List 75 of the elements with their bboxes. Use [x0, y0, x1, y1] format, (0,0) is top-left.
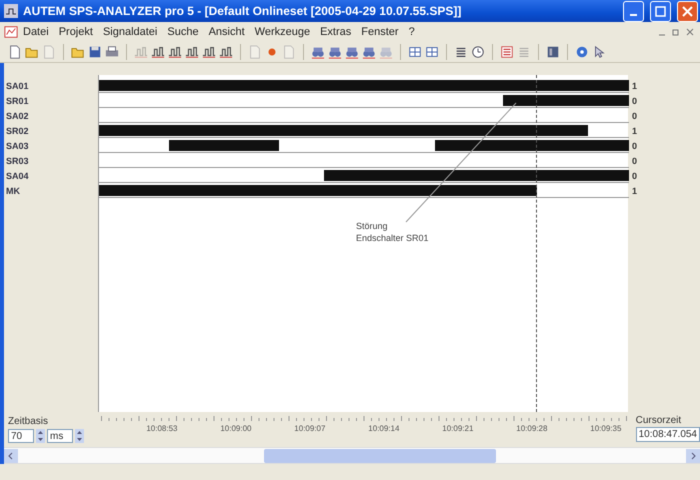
signal-name: SA02 — [5, 110, 30, 122]
menu-item[interactable]: Ansicht — [204, 26, 250, 38]
binoculars-icon[interactable] — [311, 45, 325, 59]
scrollbar[interactable] — [4, 447, 700, 464]
signal-value: 0 — [632, 154, 638, 168]
restore-icon[interactable] — [672, 28, 680, 36]
menu-item[interactable]: Fenster — [356, 26, 404, 38]
unit-field[interactable]: ms — [47, 429, 73, 443]
time-label: 10:09:35 — [590, 424, 622, 433]
cursor-line[interactable] — [536, 75, 537, 412]
waveform-icon[interactable] — [202, 45, 216, 59]
signal-value: 0 — [632, 94, 638, 108]
clock-icon[interactable] — [471, 45, 485, 59]
signal-name: SR02 — [5, 124, 30, 138]
annotation-text: Störung Endschalter SR01 — [356, 220, 429, 244]
signal-value: 0 — [632, 140, 638, 152]
menu-item[interactable]: ? — [404, 26, 420, 38]
close-button[interactable] — [677, 0, 698, 22]
maximize-icon — [655, 6, 666, 16]
document-icon[interactable] — [4, 25, 18, 39]
time-label: 10:08:53 — [146, 424, 178, 433]
scroll-thumb[interactable] — [264, 448, 496, 462]
binoculars-icon[interactable] — [362, 45, 376, 59]
time-label: 10:09:07 — [294, 424, 326, 433]
signal-value: 1 — [632, 80, 638, 92]
timebase-field[interactable]: 70 — [8, 429, 34, 443]
menu-item[interactable]: Signaldatei — [98, 26, 162, 38]
maximize-button[interactable] — [650, 0, 671, 22]
menu-item[interactable]: Werkzeuge — [250, 26, 316, 38]
signal-name: SR03 — [5, 154, 30, 168]
waveform-icon[interactable] — [168, 45, 182, 59]
time-label: 10:09:14 — [368, 424, 400, 433]
spinner-icon[interactable] — [36, 429, 45, 443]
signal-name: SA03 — [5, 140, 30, 152]
cursor-time-label: Cursorzeit — [636, 415, 682, 426]
waveform-icon[interactable] — [151, 45, 165, 59]
signal-name: SA04 — [5, 170, 30, 182]
minimize-icon — [630, 14, 637, 16]
pointer-icon[interactable] — [592, 45, 606, 59]
signal-value: 0 — [632, 110, 638, 122]
app-icon — [4, 4, 18, 18]
waveform-icon[interactable] — [185, 45, 199, 59]
menu-item[interactable]: Projekt — [54, 26, 98, 38]
signal-name: SR01 — [5, 94, 30, 108]
window-title: AUTEM SPS-ANALYZER pro 5 - [Default Onlineset [2005-04-29 10.07.55.SPS]] — [23, 4, 462, 18]
grid-icon[interactable] — [408, 45, 422, 59]
grid-icon[interactable] — [425, 45, 439, 59]
time-label: 10:09:21 — [442, 424, 474, 433]
menu-item[interactable]: Suche — [162, 26, 204, 38]
cursor-time-field[interactable]: 10:08:47.054 — [636, 427, 700, 442]
help-icon[interactable] — [575, 45, 589, 59]
signal-value: 1 — [632, 184, 638, 198]
signal-name: SA01 — [5, 80, 30, 92]
signal-value: 0 — [632, 170, 638, 182]
spinner-icon[interactable] — [75, 429, 84, 443]
binoculars-icon[interactable] — [345, 45, 359, 59]
menu-item[interactable]: Extras — [315, 26, 356, 38]
menu-item[interactable]: Datei — [18, 26, 54, 38]
binoculars-icon[interactable] — [328, 45, 342, 59]
signal-value: 1 — [632, 124, 638, 138]
panel-icon[interactable] — [546, 45, 560, 59]
list-icon[interactable] — [500, 45, 514, 59]
time-label: 10:09:00 — [220, 424, 252, 433]
signal-name: MK — [5, 184, 21, 198]
time-label: 10:09:28 — [516, 424, 548, 433]
timebase-label: Zeitbasis — [8, 416, 50, 427]
close-icon — [682, 6, 693, 16]
waveform-icon[interactable] — [219, 45, 233, 59]
minimize-button[interactable] — [623, 0, 644, 22]
folder-icon[interactable] — [25, 45, 39, 59]
folder-icon[interactable] — [71, 45, 85, 59]
printer-icon[interactable] — [105, 45, 119, 59]
page-icon[interactable] — [8, 45, 22, 59]
close-icon[interactable] — [686, 28, 694, 36]
list-icon[interactable] — [454, 45, 468, 59]
